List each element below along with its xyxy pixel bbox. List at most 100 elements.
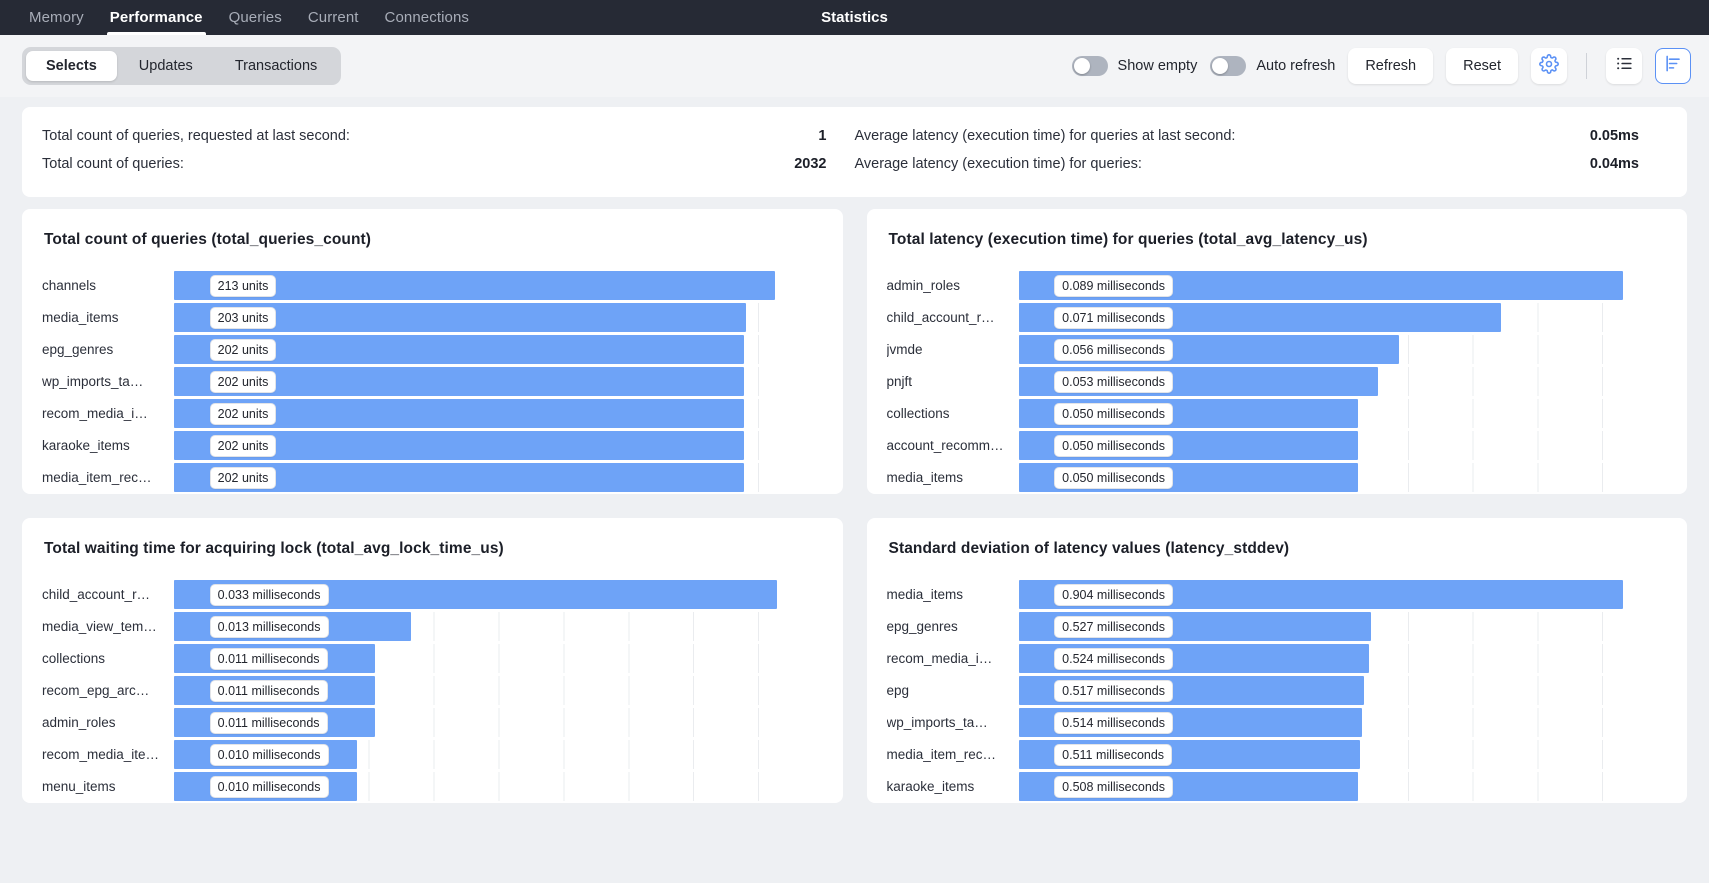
bar-value-label: 0.511 milliseconds (1054, 744, 1172, 766)
list-view-button[interactable] (1606, 48, 1642, 84)
bar-value-label: 202 units (210, 403, 277, 425)
bar-value-label: 0.033 milliseconds (210, 584, 329, 606)
reset-button[interactable]: Reset (1446, 48, 1518, 84)
bar-value-label: 0.514 milliseconds (1054, 712, 1173, 734)
bar-value-label: 0.050 milliseconds (1054, 467, 1173, 489)
gear-icon (1539, 54, 1559, 79)
nav-item-connections[interactable]: Connections (372, 0, 483, 35)
bar-value-label: 0.013 milliseconds (210, 616, 329, 638)
bar-category-label: account_recomm… (887, 438, 1019, 453)
bar-category-label: collections (42, 651, 174, 666)
bar-category-label: admin_roles (887, 278, 1019, 293)
bar-category-label: media_items (887, 470, 1019, 485)
bar-value-label: 0.904 milliseconds (1054, 584, 1173, 606)
bar-chart: child_account_r…0.033 milliseconds media_… (42, 580, 823, 803)
bar-value-label: 202 units (210, 467, 277, 489)
bar-track: 202 units (174, 335, 823, 364)
bar-value-label: 0.508 milliseconds (1054, 776, 1173, 798)
bar-category-label: epg (887, 683, 1019, 698)
summary-value: 0.05ms (1590, 128, 1667, 144)
chart-panel-total-avg-latency: Total latency (execution time) for queri… (867, 209, 1688, 494)
bar-track: 0.010 milliseconds (174, 772, 823, 801)
bar-chart-row: media_view_tem…0.013 milliseconds (42, 612, 823, 641)
bar-chart-row: epg0.517 milliseconds (887, 676, 1668, 705)
show-empty-group: Show empty (1072, 56, 1198, 76)
summary-label: Total count of queries, requested at las… (42, 128, 350, 144)
list-view-icon (1615, 54, 1634, 78)
bar-value-label: 213 units (210, 275, 277, 297)
bar-chart-row: karaoke_items 0.508 milliseconds (887, 772, 1668, 801)
bar-chart-row: collections0.011 milliseconds (42, 644, 823, 673)
chart-view-button[interactable] (1655, 48, 1691, 84)
bar-chart-row: recom_media_i…0.524 milliseconds (887, 644, 1668, 673)
bar-category-label: media_item_rec… (887, 747, 1019, 762)
bar-chart-row: recom_media_i…202 units (42, 399, 823, 428)
bar-value-label: 0.053 milliseconds (1054, 371, 1173, 393)
top-navigation-bar: Memory Performance Queries Current Conne… (0, 0, 1709, 35)
bar-chart-row: media_item_rec…202 units (42, 463, 823, 492)
bar-track: 0.011 milliseconds (174, 644, 823, 673)
bar-chart-row: epg_genres0.527 milliseconds (887, 612, 1668, 641)
bar-category-label: collections (887, 406, 1019, 421)
bar-track: 0.033 milliseconds (174, 580, 823, 609)
bar-track: 0.010 milliseconds (174, 740, 823, 769)
summary-row: Total count of queries, requested at las… (42, 123, 855, 151)
toolbar-actions: Show empty Auto refresh Refresh Reset (1072, 48, 1691, 84)
nav-item-performance[interactable]: Performance (97, 0, 216, 35)
settings-button[interactable] (1531, 48, 1567, 84)
bar-value-label: 0.011 milliseconds (210, 680, 328, 702)
chart-title: Standard deviation of latency values (la… (887, 536, 1668, 566)
bar-chart-row: media_items 0.904 milliseconds (887, 580, 1668, 609)
nav-item-memory[interactable]: Memory (16, 0, 97, 35)
bar-value-label: 202 units (210, 339, 277, 361)
nav-item-queries[interactable]: Queries (216, 0, 295, 35)
bar-category-label: recom_media_i… (887, 651, 1019, 666)
bar-category-label: menu_items (42, 779, 174, 794)
chart-title: Total latency (execution time) for queri… (887, 227, 1668, 257)
summary-column-right: Average latency (execution time) for que… (855, 123, 1668, 179)
chart-panel-total-queries-count: Total count of queries (total_queries_co… (22, 209, 843, 494)
bar-category-label: pnjft (887, 374, 1019, 389)
bar-value-label: 0.089 milliseconds (1054, 275, 1173, 297)
bar-chart-row: menu_items0.010 milliseconds (42, 772, 823, 801)
bar-chart-row: child_account_r…0.033 milliseconds (42, 580, 823, 609)
tab-transactions[interactable]: Transactions (215, 51, 337, 81)
tab-selects[interactable]: Selects (26, 51, 117, 81)
bar-category-label: karaoke_items (887, 779, 1019, 794)
bar-track: 0.056 milliseconds (1019, 335, 1668, 364)
auto-refresh-toggle[interactable] (1210, 56, 1246, 76)
bar-value-label: 203 units (210, 307, 277, 329)
bar-chart-row: channels213 units (42, 271, 823, 300)
bar-chart-row: wp_imports_ta…202 units (42, 367, 823, 396)
bar-category-label: wp_imports_ta… (42, 374, 174, 389)
bar-chart-row: admin_roles 0.089 milliseconds (887, 271, 1668, 300)
chart-title: Total waiting time for acquiring lock (t… (42, 536, 823, 566)
bar-track: 0.527 milliseconds (1019, 612, 1668, 641)
bar-category-label: admin_roles (42, 715, 174, 730)
toggle-knob (1074, 58, 1090, 74)
bar-category-label: media_items (887, 587, 1019, 602)
view-tabs: Selects Updates Transactions (22, 47, 341, 85)
show-empty-toggle[interactable] (1072, 56, 1108, 76)
bar-category-label: media_items (42, 310, 174, 325)
bar-chart-row: karaoke_items202 units (42, 431, 823, 460)
bar-track: 213 units (174, 271, 823, 300)
bar-track: 203 units (174, 303, 823, 332)
bar-value-label: 0.050 milliseconds (1054, 435, 1173, 457)
nav-item-current[interactable]: Current (295, 0, 372, 35)
bar-chart-row: jvmde0.056 milliseconds (887, 335, 1668, 364)
bar-track: 0.508 milliseconds (1019, 772, 1668, 801)
bar-chart-row: admin_roles0.011 milliseconds (42, 708, 823, 737)
bar-track: 0.517 milliseconds (1019, 676, 1668, 705)
refresh-button[interactable]: Refresh (1348, 48, 1433, 84)
chart-view-icon (1664, 54, 1683, 78)
bar-track: 0.050 milliseconds (1019, 431, 1668, 460)
nav-item-label: Queries (229, 9, 282, 26)
bar-track: 202 units (174, 399, 823, 428)
bar-track: 0.514 milliseconds (1019, 708, 1668, 737)
summary-label: Total count of queries: (42, 156, 184, 172)
bar-track: 0.089 milliseconds (1019, 271, 1668, 300)
tab-updates[interactable]: Updates (119, 51, 213, 81)
bar-category-label: epg_genres (42, 342, 174, 357)
bar-value-label: 0.527 milliseconds (1054, 616, 1173, 638)
